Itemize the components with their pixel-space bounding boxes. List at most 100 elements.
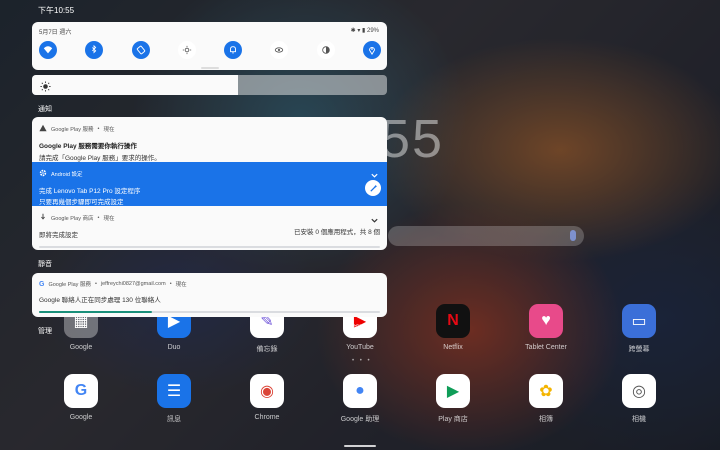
setup-wand-icon[interactable] (365, 180, 381, 196)
netflix-icon: N (436, 304, 470, 338)
auto-rotate-icon (136, 45, 145, 55)
do-not-disturb-icon (230, 46, 237, 54)
wifi-status-icon: ▾ (357, 28, 361, 34)
eye-comfort-icon (275, 47, 284, 53)
qs-status-icons: ✱ ▾ ▮ 29% (351, 27, 379, 34)
app-label: 相簿 (539, 416, 553, 423)
notification-title: Google 聯絡人正在同步處理 130 位聯絡人 (39, 297, 161, 304)
bluetooth-icon (92, 45, 97, 54)
home-search-bar[interactable] (388, 226, 584, 246)
tile-do-not-disturb[interactable] (224, 41, 243, 59)
notification-header: Google Play 服務 • 現在 (39, 124, 380, 134)
mic-icon[interactable] (570, 230, 576, 241)
play-store-icon: ▶ (436, 374, 470, 408)
wifi-icon (43, 46, 53, 54)
qs-date: 5月7日 週六 (39, 30, 72, 36)
app-label: 相機 (632, 416, 646, 423)
quick-settings-panel: 5月7日 週六 ✱ ▾ ▮ 29% (32, 22, 387, 70)
app-label: YouTube (346, 344, 374, 351)
app-label: Google (69, 344, 93, 351)
location-icon (369, 47, 375, 55)
app-label: Google (69, 414, 93, 421)
google-icon: G (64, 374, 98, 408)
notification-header: Android 設定 (39, 169, 380, 179)
notification-app: Android 設定 (51, 172, 83, 178)
messages-icon: ☰ (157, 374, 191, 408)
chrome-icon: ◉ (250, 374, 284, 408)
photos-icon: ✿ (529, 374, 563, 408)
app-label: 跨螢幕 (628, 346, 650, 353)
app-label: Google 助理 (340, 416, 380, 423)
qs-tiles (39, 41, 381, 59)
notification-play-services[interactable]: Google Play 服務 • 現在 Google Play 服務需要你執行操… (32, 117, 387, 162)
notification-time: 現在 (103, 127, 115, 133)
tablet-center-icon: ♥ (529, 304, 563, 338)
clear-all-button[interactable]: 全部清除 (345, 323, 373, 333)
brightness-slider[interactable] (32, 75, 387, 95)
notification-header: G Google Play 服務 • jeffreychi0827@gmail.… (39, 280, 187, 289)
bluetooth-status-icon: ✱ (350, 28, 356, 34)
app-label: Chrome (254, 414, 280, 421)
notification-app: Google Play 商店 (51, 216, 94, 222)
app-label: Play 商店 (438, 416, 468, 423)
assistant-icon: ● (343, 374, 377, 408)
tile-location[interactable] (362, 41, 381, 59)
app-play-store[interactable]: ▶ Play 商店 (418, 374, 488, 424)
notification-time: 現在 (103, 216, 115, 222)
notification-title: 完成 Lenovo Tab P12 Pro 設定程序 (39, 188, 141, 195)
install-count: 已安裝 0 個應用程式，共 8 個 (294, 229, 380, 236)
app-assistant[interactable]: ● Google 助理 (325, 374, 395, 424)
tile-auto-rotate[interactable] (131, 41, 150, 59)
gear-icon (39, 169, 47, 179)
gesture-bar[interactable] (344, 445, 376, 447)
sync-progress-fill (39, 311, 152, 313)
notification-app: Google Play 服務 (51, 127, 94, 133)
notification-header: Google Play 商店 • 現在 (39, 213, 380, 223)
notification-text: 請完成「Google Play 服務」要求的操作。 (39, 155, 161, 162)
app-label: Netflix (443, 344, 463, 351)
notification-contacts-sync[interactable]: G Google Play 服務 • jeffreychi0827@gmail.… (32, 273, 387, 317)
notification-account: jeffreychi0827@gmail.com (100, 281, 166, 287)
page-indicator: • • • (352, 358, 372, 364)
download-icon (39, 213, 47, 223)
tile-dark-theme[interactable] (316, 41, 335, 59)
status-time: 下午10:55 (38, 6, 75, 15)
silent-header: 靜音 (38, 261, 52, 268)
home-clock: 55 (380, 109, 445, 169)
app-photos[interactable]: ✿ 相簿 (511, 374, 581, 424)
flashlight-icon (182, 45, 192, 55)
app-messages[interactable]: ☰ 訊息 (139, 374, 209, 424)
brightness-fill (32, 75, 238, 95)
app-label: 訊息 (167, 416, 181, 423)
app-google[interactable]: G Google (46, 374, 116, 421)
notifications-header: 通知 (38, 106, 52, 113)
notification-title: Google Play 服務需要你執行操作 (39, 143, 137, 150)
app-tablet-center[interactable]: ♥ Tablet Center (511, 304, 581, 351)
tile-wifi[interactable] (39, 41, 57, 59)
tile-bluetooth[interactable] (85, 41, 104, 59)
camera-icon: ◎ (622, 374, 656, 408)
notification-android-setup[interactable]: Android 設定 完成 Lenovo Tab P12 Pro 設定程序 只要… (32, 162, 387, 206)
battery-icon: ▮ (362, 28, 366, 34)
expand-chevron-icon[interactable] (370, 212, 379, 230)
app-label: Tablet Center (525, 344, 567, 351)
notification-play-store[interactable]: Google Play 商店 • 現在 即將完成設定 已安裝 0 個應用程式，共… (32, 206, 387, 250)
app-screen[interactable]: ▭ 跨螢幕 (604, 304, 674, 354)
notification-app: Google Play 服務 (48, 282, 91, 288)
qs-drag-handle[interactable] (201, 67, 219, 69)
notification-text: 只要再幾個步驟即可完成設定 (39, 199, 124, 206)
tile-eye-comfort[interactable] (270, 41, 289, 59)
app-camera[interactable]: ◎ 相機 (604, 374, 674, 424)
battery-percent: 29% (366, 28, 379, 34)
tile-flashlight[interactable] (177, 41, 196, 59)
app-netflix[interactable]: N Netflix (418, 304, 488, 351)
app-chrome[interactable]: ◉ Chrome (232, 374, 302, 421)
warning-icon (39, 124, 47, 134)
notification-time: 現在 (175, 282, 187, 288)
brightness-icon (40, 79, 51, 95)
dark-theme-icon (321, 46, 330, 54)
app-label: Duo (167, 344, 181, 351)
sync-progress (39, 311, 380, 313)
google-g-icon: G (39, 280, 45, 288)
install-progress (39, 246, 380, 248)
